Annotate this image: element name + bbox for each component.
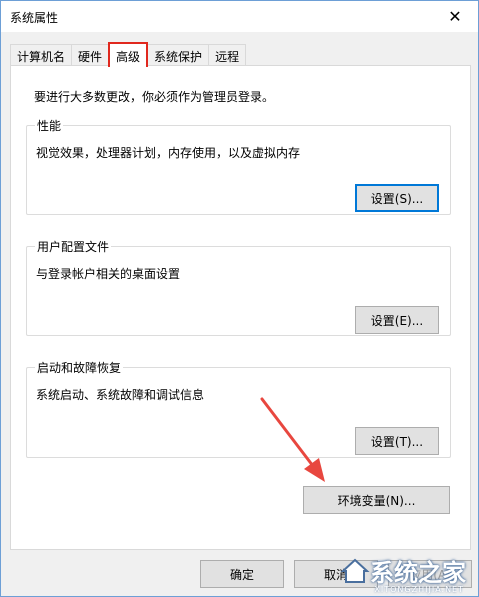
watermark-subtext: XITONGZHIJIA.NET bbox=[374, 585, 464, 594]
tab-hardware[interactable]: 硬件 bbox=[71, 44, 109, 66]
startup-recovery-settings-button[interactable]: 设置(T)... bbox=[355, 427, 439, 455]
environment-variables-button[interactable]: 环境变量(N)... bbox=[303, 486, 450, 514]
startup-recovery-description: 系统启动、系统故障和调试信息 bbox=[36, 388, 205, 402]
tab-remote[interactable]: 远程 bbox=[208, 44, 247, 66]
user-profiles-group-title: 用户配置文件 bbox=[35, 238, 112, 255]
user-profiles-settings-button[interactable]: 设置(E)... bbox=[355, 306, 439, 334]
admin-notice: 要进行大多数更改，你必须作为管理员登录。 bbox=[34, 90, 275, 104]
watermark-text: 系统之家 bbox=[370, 559, 466, 587]
performance-description: 视觉效果，处理器计划，内存使用，以及虚拟内存 bbox=[36, 146, 301, 160]
tab-computer-name[interactable]: 计算机名 bbox=[10, 44, 72, 66]
user-profiles-description: 与登录帐户相关的桌面设置 bbox=[36, 267, 181, 281]
performance-group: 性能 视觉效果，处理器计划，内存使用，以及虚拟内存 设置(S)... bbox=[26, 117, 451, 215]
startup-recovery-group-title: 启动和故障恢复 bbox=[35, 359, 124, 376]
title-bar: 系统属性 ✕ bbox=[1, 1, 478, 32]
performance-group-title: 性能 bbox=[35, 117, 64, 134]
ok-button[interactable]: 确定 bbox=[200, 560, 284, 588]
watermark-house-icon bbox=[340, 558, 370, 583]
tab-advanced[interactable]: 高级 bbox=[108, 42, 149, 67]
window-title: 系统属性 bbox=[10, 11, 59, 25]
user-profiles-group: 用户配置文件 与登录帐户相关的桌面设置 设置(E)... bbox=[26, 238, 451, 336]
startup-recovery-group: 启动和故障恢复 系统启动、系统故障和调试信息 设置(T)... bbox=[26, 359, 451, 458]
tab-strip: 计算机名 硬件 高级 系统保护 远程 bbox=[10, 42, 247, 67]
performance-settings-button[interactable]: 设置(S)... bbox=[355, 184, 439, 212]
system-properties-dialog: 系统属性 ✕ 计算机名 硬件 高级 系统保护 远程 要进行大多数更改，你必须作为… bbox=[0, 0, 479, 597]
close-icon[interactable]: ✕ bbox=[432, 1, 478, 32]
watermark-logo: 系统之家 bbox=[340, 553, 466, 588]
advanced-tab-panel: 要进行大多数更改，你必须作为管理员登录。 性能 视觉效果，处理器计划，内存使用，… bbox=[10, 65, 471, 550]
tab-system-protection[interactable]: 系统保护 bbox=[148, 44, 209, 66]
